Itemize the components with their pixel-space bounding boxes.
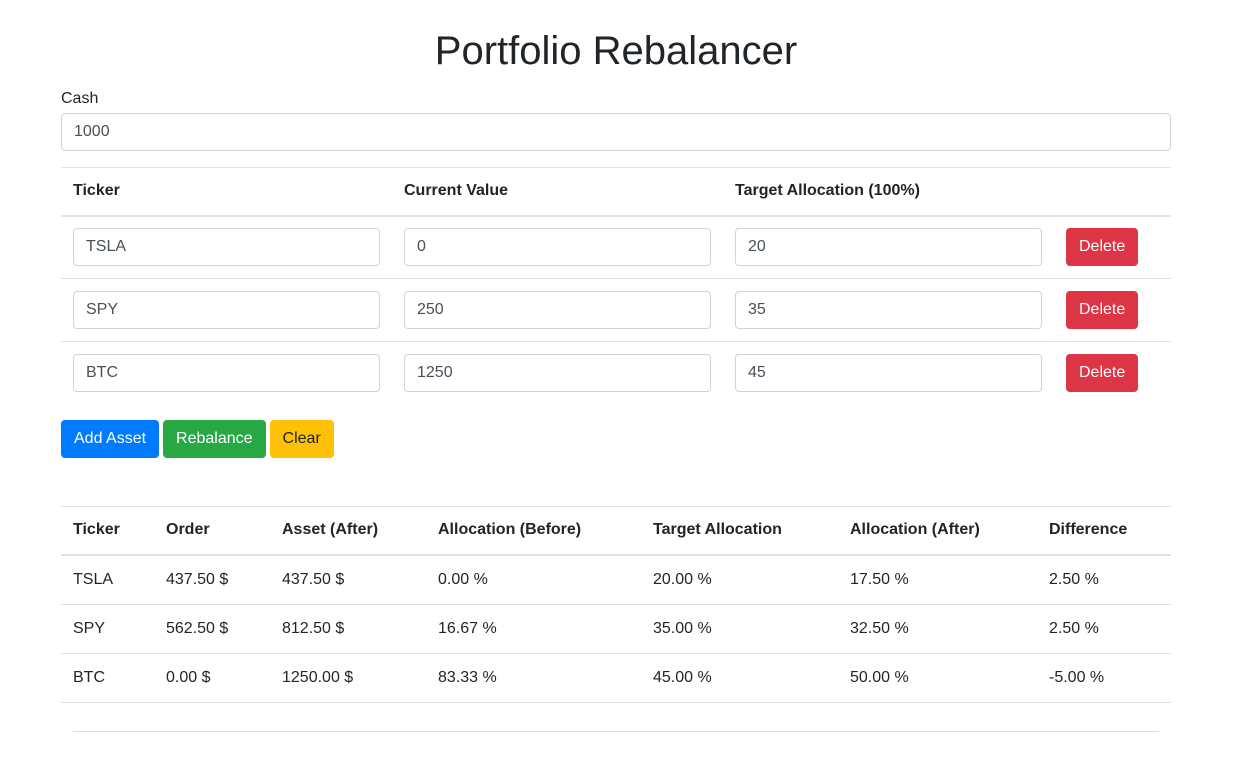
asset-row: Delete [61,215,1171,279]
asset-row: Delete [61,278,1171,342]
result-row: SPY 562.50 $ 812.50 $ 16.67 % 35.00 % 32… [61,604,1171,654]
clear-button[interactable]: Clear [269,419,334,458]
result-row: BTC 0.00 $ 1250.00 $ 83.33 % 45.00 % 50.… [61,653,1171,703]
result-allocation-before: 0.00 % [426,555,641,605]
ticker-input[interactable] [73,354,380,393]
current-value-input[interactable] [404,291,711,329]
header-target-allocation: Target Allocation [641,506,838,556]
cash-label: Cash [61,90,99,107]
app-container: Portfolio Rebalancer Cash Ticker Current… [61,0,1171,732]
header-actions [1054,167,1171,217]
header-order: Order [154,506,270,556]
result-difference: 2.50 % [1037,604,1171,654]
assets-table: Ticker Current Value Target Allocation (… [61,167,1171,405]
result-target-allocation: 45.00 % [641,653,838,703]
header-ticker: Ticker [61,506,154,556]
action-bar: Add Asset Rebalance Clear [61,419,1171,458]
result-allocation-after: 50.00 % [838,653,1037,703]
header-allocation-after: Allocation (After) [838,506,1037,556]
result-allocation-before: 16.67 % [426,604,641,654]
result-row: TSLA 437.50 $ 437.50 $ 0.00 % 20.00 % 17… [61,555,1171,605]
result-ticker: SPY [61,604,154,654]
page-title: Portfolio Rebalancer [434,29,798,73]
footer-divider [73,730,1159,732]
result-allocation-after: 17.50 % [838,555,1037,605]
result-difference: -5.00 % [1037,653,1171,703]
add-asset-button[interactable]: Add Asset [61,419,160,458]
results-table: Ticker Order Asset (After) Allocation (B… [61,505,1171,703]
delete-button[interactable]: Delete [1066,228,1139,267]
result-target-allocation: 20.00 % [641,555,838,605]
results-header-row: Ticker Order Asset (After) Allocation (B… [61,506,1171,556]
current-value-input[interactable] [404,228,711,267]
header-difference: Difference [1037,506,1171,556]
ticker-input[interactable] [73,291,380,329]
delete-button[interactable]: Delete [1066,354,1139,393]
result-order: 437.50 $ [154,555,270,605]
result-difference: 2.50 % [1037,555,1171,605]
header-asset-after: Asset (After) [270,506,426,556]
target-allocation-input[interactable] [735,291,1042,329]
target-allocation-input[interactable] [735,228,1042,267]
asset-row: Delete [61,342,1171,405]
target-allocation-input[interactable] [735,354,1042,393]
result-asset-after: 437.50 $ [270,555,426,605]
result-asset-after: 812.50 $ [270,604,426,654]
assets-header-row: Ticker Current Value Target Allocation (… [61,167,1171,217]
result-asset-after: 1250.00 $ [270,653,426,703]
header-ticker: Ticker [61,167,392,217]
result-ticker: BTC [61,653,154,703]
result-order: 562.50 $ [154,604,270,654]
delete-button[interactable]: Delete [1066,291,1139,329]
cash-input[interactable] [61,113,1171,151]
header-current-value: Current Value [392,167,723,217]
rebalance-button[interactable]: Rebalance [163,419,266,458]
result-target-allocation: 35.00 % [641,604,838,654]
header-target-allocation: Target Allocation (100%) [723,167,1054,217]
header-allocation-before: Allocation (Before) [426,506,641,556]
current-value-input[interactable] [404,354,711,393]
result-allocation-before: 83.33 % [426,653,641,703]
result-order: 0.00 $ [154,653,270,703]
result-allocation-after: 32.50 % [838,604,1037,654]
ticker-input[interactable] [73,228,380,267]
result-ticker: TSLA [61,555,154,605]
